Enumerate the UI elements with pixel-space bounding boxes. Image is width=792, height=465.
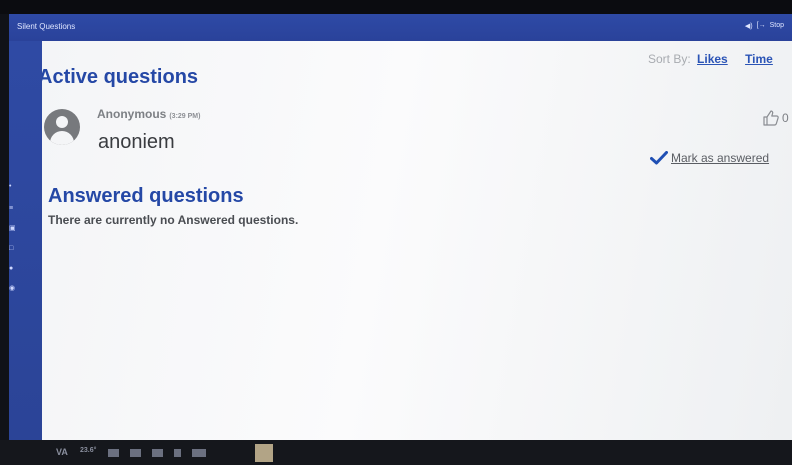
mark-as-answered-label: Mark as answered: [671, 151, 770, 165]
question-text: anoniem: [98, 131, 175, 153]
sidebar-chat-icon[interactable]: ▣: [9, 225, 17, 232]
taskbar-tools-icon[interactable]: [130, 449, 141, 457]
sidebar-people-icon[interactable]: ●: [9, 265, 17, 272]
sort-bar: Sort By: Likes Time: [648, 52, 773, 66]
question-author: Anonymous (3:29 PM): [97, 107, 200, 121]
taskbar-display-icon[interactable]: [152, 449, 163, 457]
speaker-icon[interactable]: ◀): [745, 22, 753, 30]
qr-code-icon[interactable]: [255, 444, 273, 462]
like-count: 0: [782, 111, 789, 125]
taskbar-label: VA: [56, 447, 68, 457]
answered-questions-heading: Answered questions: [48, 185, 244, 207]
titlebar-controls: ◀) [→ Stop: [745, 22, 784, 30]
mark-as-answered-button[interactable]: Mark as answered: [650, 151, 769, 165]
no-answered-message: There are currently no Answered question…: [48, 213, 299, 227]
sort-time-link[interactable]: Time: [745, 52, 773, 66]
sort-likes-link[interactable]: Likes: [697, 52, 728, 66]
sort-label: Sort By:: [648, 52, 691, 66]
taskbar-temperature: 23.6°: [80, 447, 97, 454]
thumbs-up-icon[interactable]: [762, 109, 780, 127]
question-author-name: Anonymous: [97, 107, 167, 121]
exit-icon[interactable]: [→: [757, 22, 766, 30]
avatar-icon: [44, 109, 80, 145]
active-questions-heading: Active questions: [42, 66, 199, 88]
title-bar: Silent Questions ◀) [→ Stop: [9, 14, 792, 41]
check-icon: [650, 151, 668, 165]
titlebar-right-text[interactable]: Stop: [770, 22, 784, 30]
sidebar-list-icon[interactable]: ≡: [9, 205, 17, 212]
sidebar: • ≡ ▣ □ ● ◉: [9, 41, 42, 440]
taskbar-app-icon[interactable]: [108, 449, 119, 457]
taskbar: VA 23.6°: [40, 440, 792, 465]
sidebar-dot-icon[interactable]: •: [9, 183, 17, 190]
monitor-bezel-left: [0, 14, 9, 440]
question-time: (3:29 PM): [169, 113, 201, 120]
questions-panel: Active questions Sort By: Likes Time Ano…: [42, 41, 792, 440]
sidebar-eye-icon[interactable]: ◉: [9, 285, 17, 292]
sidebar-window-icon[interactable]: □: [9, 245, 17, 252]
taskbar-doc-icon[interactable]: [174, 449, 181, 457]
taskbar-record-icon[interactable]: [192, 449, 206, 457]
monitor-bezel-top: [0, 0, 792, 14]
app-title: Silent Questions: [17, 22, 76, 31]
